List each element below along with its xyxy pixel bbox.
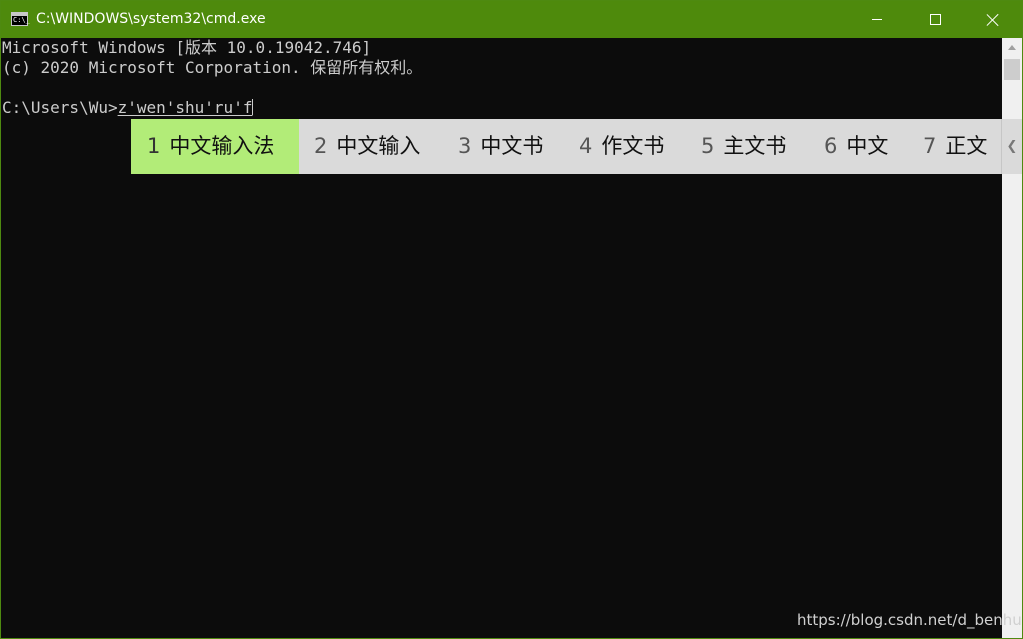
- chevron-left-icon: ❮: [1006, 139, 1018, 154]
- command-prompt: C:\Users\Wu>: [2, 98, 118, 117]
- scroll-up-button[interactable]: [1002, 38, 1022, 57]
- ime-candidate-4[interactable]: 4 作文书: [579, 119, 664, 174]
- arrow-up-icon: [1008, 45, 1016, 50]
- ime-candidate-7[interactable]: 7 正文: [923, 119, 987, 174]
- ime-composition-text: z'wen'shu'ru'f: [117, 98, 253, 117]
- window-title: C:\WINDOWS\system32\cmd.exe: [36, 11, 266, 27]
- close-button[interactable]: [964, 1, 1022, 38]
- console-input-line[interactable]: C:\Users\Wu>z'wen'shu'ru'f: [2, 98, 254, 118]
- minimize-icon: [872, 19, 882, 20]
- ime-candidate-window: 1 中文输入法 2 中文输入 3 中文书 4 作文书 5 主文书 6 中文 7 正文 ❮: [131, 119, 1022, 174]
- ime-candidate-2[interactable]: 2 中文输入: [314, 119, 420, 174]
- ime-candidate-5[interactable]: 5 主文书: [701, 119, 786, 174]
- console-line-version: Microsoft Windows [版本 10.0.19042.746]: [2, 38, 372, 57]
- ime-next-page-button[interactable]: ❮: [1001, 119, 1022, 174]
- ime-candidate-6[interactable]: 6 中文: [824, 119, 888, 174]
- ime-candidate-1[interactable]: 1 中文输入法: [131, 119, 299, 174]
- close-icon: [987, 14, 999, 26]
- watermark-url: https://blog.csdn.net/d_benhu: [797, 611, 1022, 629]
- scroll-thumb[interactable]: [1004, 59, 1020, 80]
- text-cursor: [252, 99, 254, 115]
- maximize-button[interactable]: [906, 1, 964, 38]
- maximize-icon: [929, 14, 941, 25]
- console-line-copyright: (c) 2020 Microsoft Corporation. 保留所有权利。: [2, 58, 423, 77]
- cmd-app-icon[interactable]: C:\_: [11, 12, 30, 26]
- minimize-button[interactable]: [848, 1, 906, 38]
- title-bar[interactable]: C:\_ C:\WINDOWS\system32\cmd.exe: [1, 1, 1022, 38]
- ime-candidate-3[interactable]: 3 中文书: [458, 119, 543, 174]
- cmd-window: C:\_ C:\WINDOWS\system32\cmd.exe Microso…: [0, 0, 1023, 639]
